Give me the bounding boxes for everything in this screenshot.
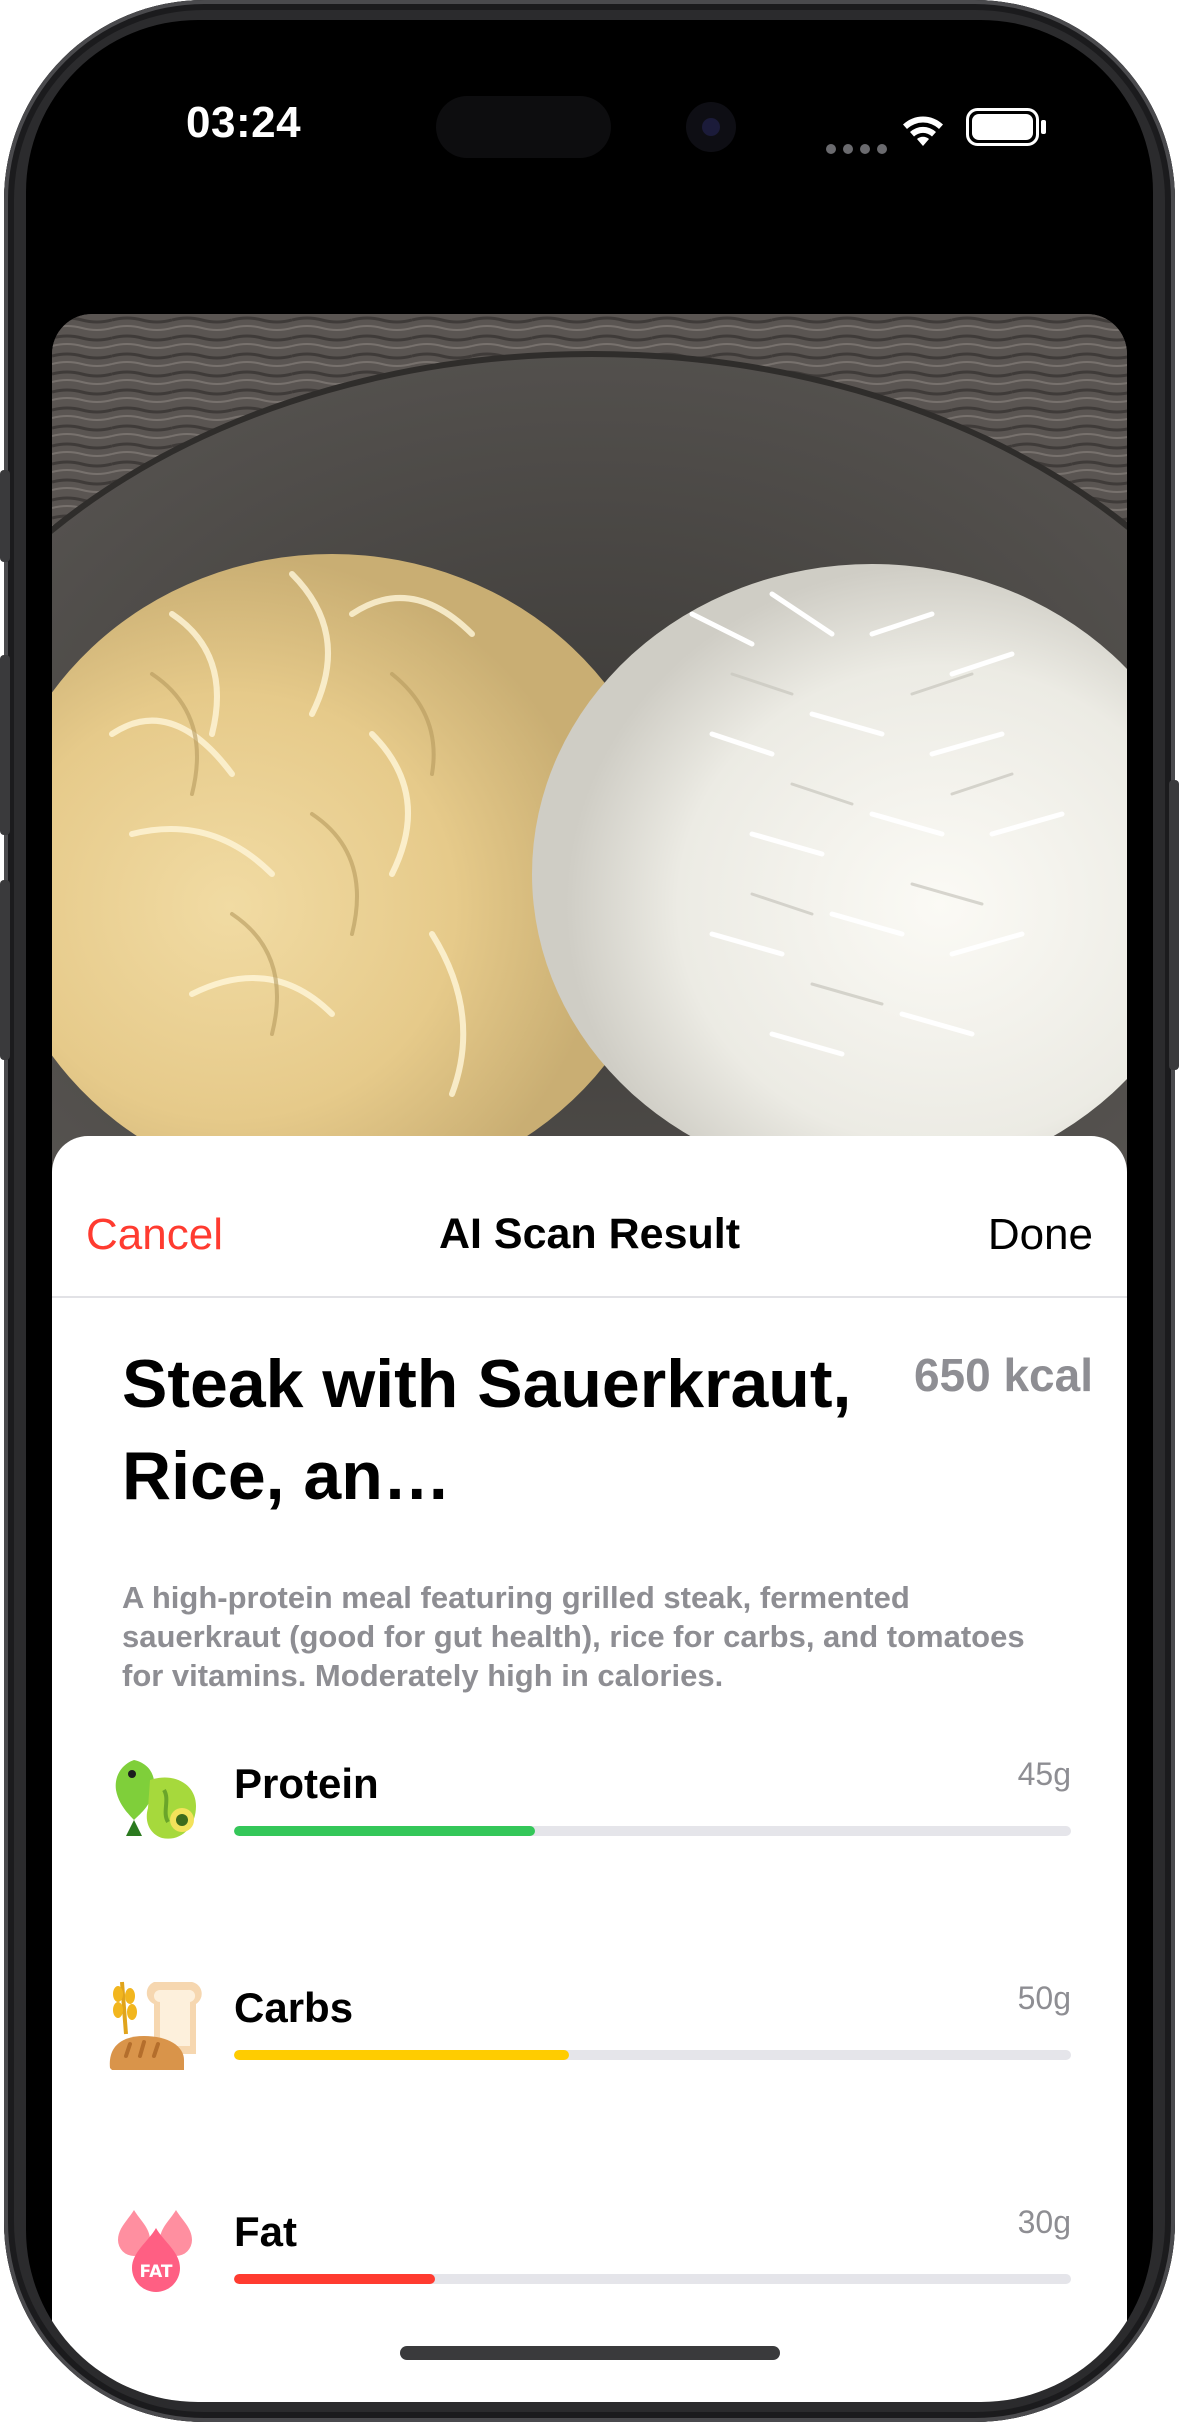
calories-value: 650 kcal (913, 1349, 1093, 1401)
macro-value: 45g (1017, 1756, 1071, 1792)
protein-food-icon (115, 1760, 196, 1839)
cancel-button[interactable]: Cancel (86, 1210, 223, 1260)
volume-up-button (0, 655, 10, 835)
fat-drops-icon: FAT (118, 2210, 192, 2292)
progress-track (234, 2274, 1071, 2284)
cellular-signal-icon (826, 144, 887, 154)
battery-icon (966, 108, 1046, 146)
progress-fill (234, 2050, 569, 2060)
svg-text:FAT: FAT (139, 2262, 172, 2282)
macro-row-protein: Protein 45g (52, 1750, 1127, 1870)
scan-result-sheet: Cancel AI Scan Result Done Steak with Sa… (52, 1136, 1127, 2402)
volume-down-button (0, 880, 10, 1060)
macro-value: 30g (1017, 2204, 1071, 2240)
dynamic-island (436, 96, 611, 158)
status-time: 03:24 (186, 98, 302, 147)
macro-row-fat: FAT Fat 30g (52, 2198, 1127, 2318)
screen: 03:24 Cancel AI Scan Result Done Steak w… (26, 20, 1153, 2402)
food-photo (52, 314, 1127, 1174)
progress-track (234, 2050, 1071, 2060)
status-bar: 03:24 (26, 20, 1153, 260)
macro-row-carbs: Carbs 50g (52, 1974, 1127, 2094)
home-indicator[interactable] (400, 2346, 780, 2360)
macro-value: 50g (1017, 1980, 1071, 2016)
progress-fill (234, 2274, 435, 2284)
macro-label: Protein (234, 1760, 379, 1807)
action-button (0, 470, 10, 562)
progress-track (234, 1826, 1071, 1836)
food-photo-image (52, 314, 1127, 1174)
done-button[interactable]: Done (988, 1210, 1093, 1260)
wifi-icon (903, 116, 943, 146)
sheet-nav-bar: Cancel AI Scan Result Done (52, 1136, 1127, 1298)
progress-fill (234, 1826, 536, 1836)
meal-description: A high-protein meal featuring grilled st… (122, 1580, 1025, 1693)
macro-label: Carbs (234, 1984, 354, 2031)
front-camera (686, 102, 736, 152)
carbs-bread-icon (109, 1981, 202, 2070)
power-button (1169, 780, 1179, 1070)
macro-label: Fat (234, 2208, 297, 2255)
meal-name: Steak with Sauerkraut, Rice, an… (122, 1346, 852, 1514)
